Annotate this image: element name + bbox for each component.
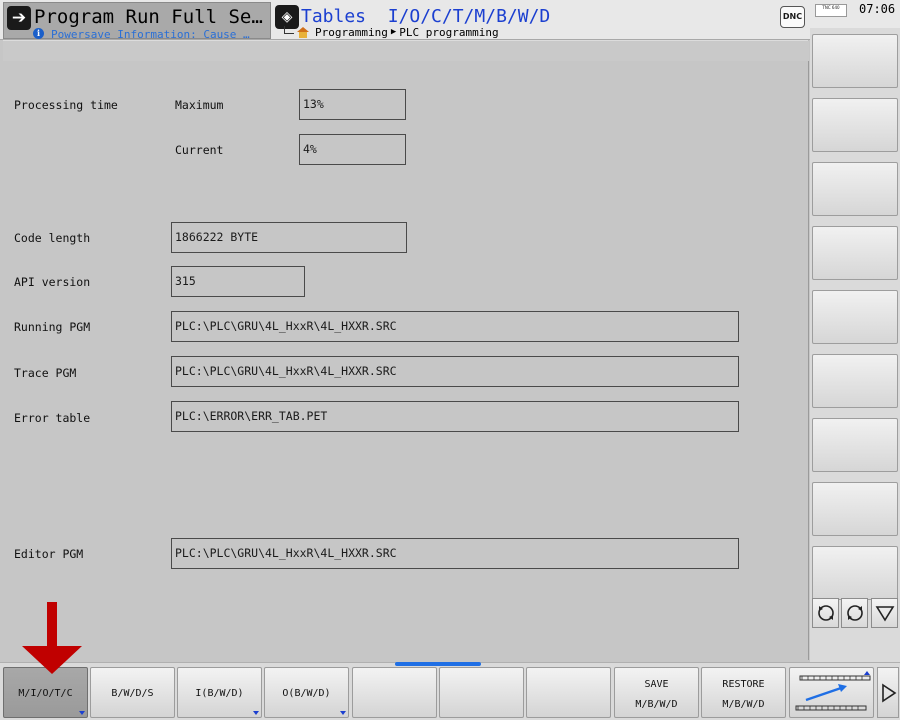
current-label: Current [175,143,224,157]
maximum-value-field: 13% [299,89,406,120]
editor-pgm-label: Editor PGM [14,547,84,561]
softkey-o-b-w-d[interactable]: O(B/W/D) [264,667,349,718]
running-pgm-label: Running PGM [14,320,91,334]
softkey-label-line2: M/B/W/D [722,699,765,710]
plc-info-panel: Processing time Maximum 13% Current 4% C… [3,40,809,660]
current-value-field: 4% [299,134,406,165]
vertical-softkey-8[interactable] [812,482,898,536]
softkey-save-mbwd[interactable]: SAVE M/B/W/D [614,667,699,718]
header-bar: ➔ Program Run Full Se… i Powersave Infor… [0,0,900,41]
scroll-down-button[interactable] [871,598,898,628]
vertical-softkey-2[interactable] [812,98,898,152]
panel-top-strip [3,41,809,61]
softkey-restore-mbwd[interactable]: RESTORE M/B/W/D [701,667,786,718]
trace-pgm-label: Trace PGM [14,366,77,380]
softkey-empty-6[interactable] [439,667,524,718]
editor-pgm-field: PLC:\PLC\GRU\4L_HxxR\4L_HXXR.SRC [171,538,739,569]
softkey-i-b-w-d[interactable]: I(B/W/D) [177,667,262,718]
softkey-empty-7[interactable] [526,667,611,718]
code-length-label: Code length [14,231,91,245]
mode-left-title: Program Run Full Se… [34,6,263,28]
running-pgm-field: PLC:\PLC\GRU\4L_HxxR\4L_HXXR.SRC [171,311,739,342]
maximum-label: Maximum [175,98,224,112]
processing-time-label: Processing time [14,98,118,112]
softkey-label-line2: M/B/W/D [635,699,678,710]
softkey-label: B/W/D/S [111,688,154,699]
tnc-logo: TNC 640 [815,4,847,17]
vertical-softkey-4[interactable] [812,226,898,280]
vertical-softkey-bar [810,28,900,668]
error-table-label: Error table [14,411,91,425]
softkey-label-line1: SAVE [644,679,669,690]
softkey-label-line1: RESTORE [722,679,765,690]
rotate-cw-icon [847,605,863,621]
api-version-label: API version [14,275,91,289]
submenu-triangle-icon [253,711,259,715]
red-down-arrow-icon [22,602,82,674]
breadcrumb: Programming ▶ PLC programming [284,25,499,39]
rotate-ccw-icon [818,605,834,621]
softkey-page-indicator [395,662,481,666]
rotate-cw-button[interactable] [841,598,868,628]
clock: 07:06 [859,2,896,16]
home-icon [297,26,309,38]
mode-right-title: Tables I/O/C/T/M/B/W/D [301,6,551,27]
mode-arrow-icon: ➔ [7,6,31,30]
vertical-softkey-9[interactable] [812,546,898,600]
softkey-label: O(B/W/D) [282,688,331,699]
vertical-softkey-3[interactable] [812,162,898,216]
breadcrumb-item-programming[interactable]: Programming [315,26,388,39]
breadcrumb-separator-icon: ▶ [390,27,397,37]
softkey-m-i-o-t-c[interactable]: M/I/O/T/C [3,667,88,718]
rotate-ccw-button[interactable] [812,598,839,628]
error-table-field: PLC:\ERROR\ERR_TAB.PET [171,401,739,432]
mode-program-run[interactable]: ➔ Program Run Full Se… i Powersave Infor… [3,2,271,41]
softkey-label: I(B/W/D) [195,688,244,699]
softkey-b-w-d-s[interactable]: B/W/D/S [90,667,175,718]
vertical-softkey-5[interactable] [812,290,898,344]
softkey-next-page-button[interactable] [877,667,899,718]
ruler-arrow-icon [795,671,871,711]
submenu-triangle-icon [340,711,346,715]
softkey-label: M/I/O/T/C [18,688,73,699]
vertical-softkey-6[interactable] [812,354,898,408]
vertical-softkey-7[interactable] [812,418,898,472]
mode-programming[interactable]: ◈ Tables I/O/C/T/M/B/W/D Programming ▶ P… [274,2,644,39]
triangle-down-icon [875,606,895,622]
triangle-right-icon [882,683,897,703]
code-length-field: 1866222 BYTE [171,222,407,253]
softkey-ruler-select[interactable] [789,667,874,718]
softkey-empty-5[interactable] [352,667,437,718]
breadcrumb-item-plc[interactable]: PLC programming [399,26,498,39]
breadcrumb-corner-icon [284,26,294,34]
submenu-triangle-icon [79,711,85,715]
api-version-field: 315 [171,266,305,297]
vertical-softkey-1[interactable] [812,34,898,88]
trace-pgm-field: PLC:\PLC\GRU\4L_HxxR\4L_HXXR.SRC [171,356,739,387]
dnc-button[interactable]: DNC [780,6,805,28]
info-icon: i [33,28,44,39]
